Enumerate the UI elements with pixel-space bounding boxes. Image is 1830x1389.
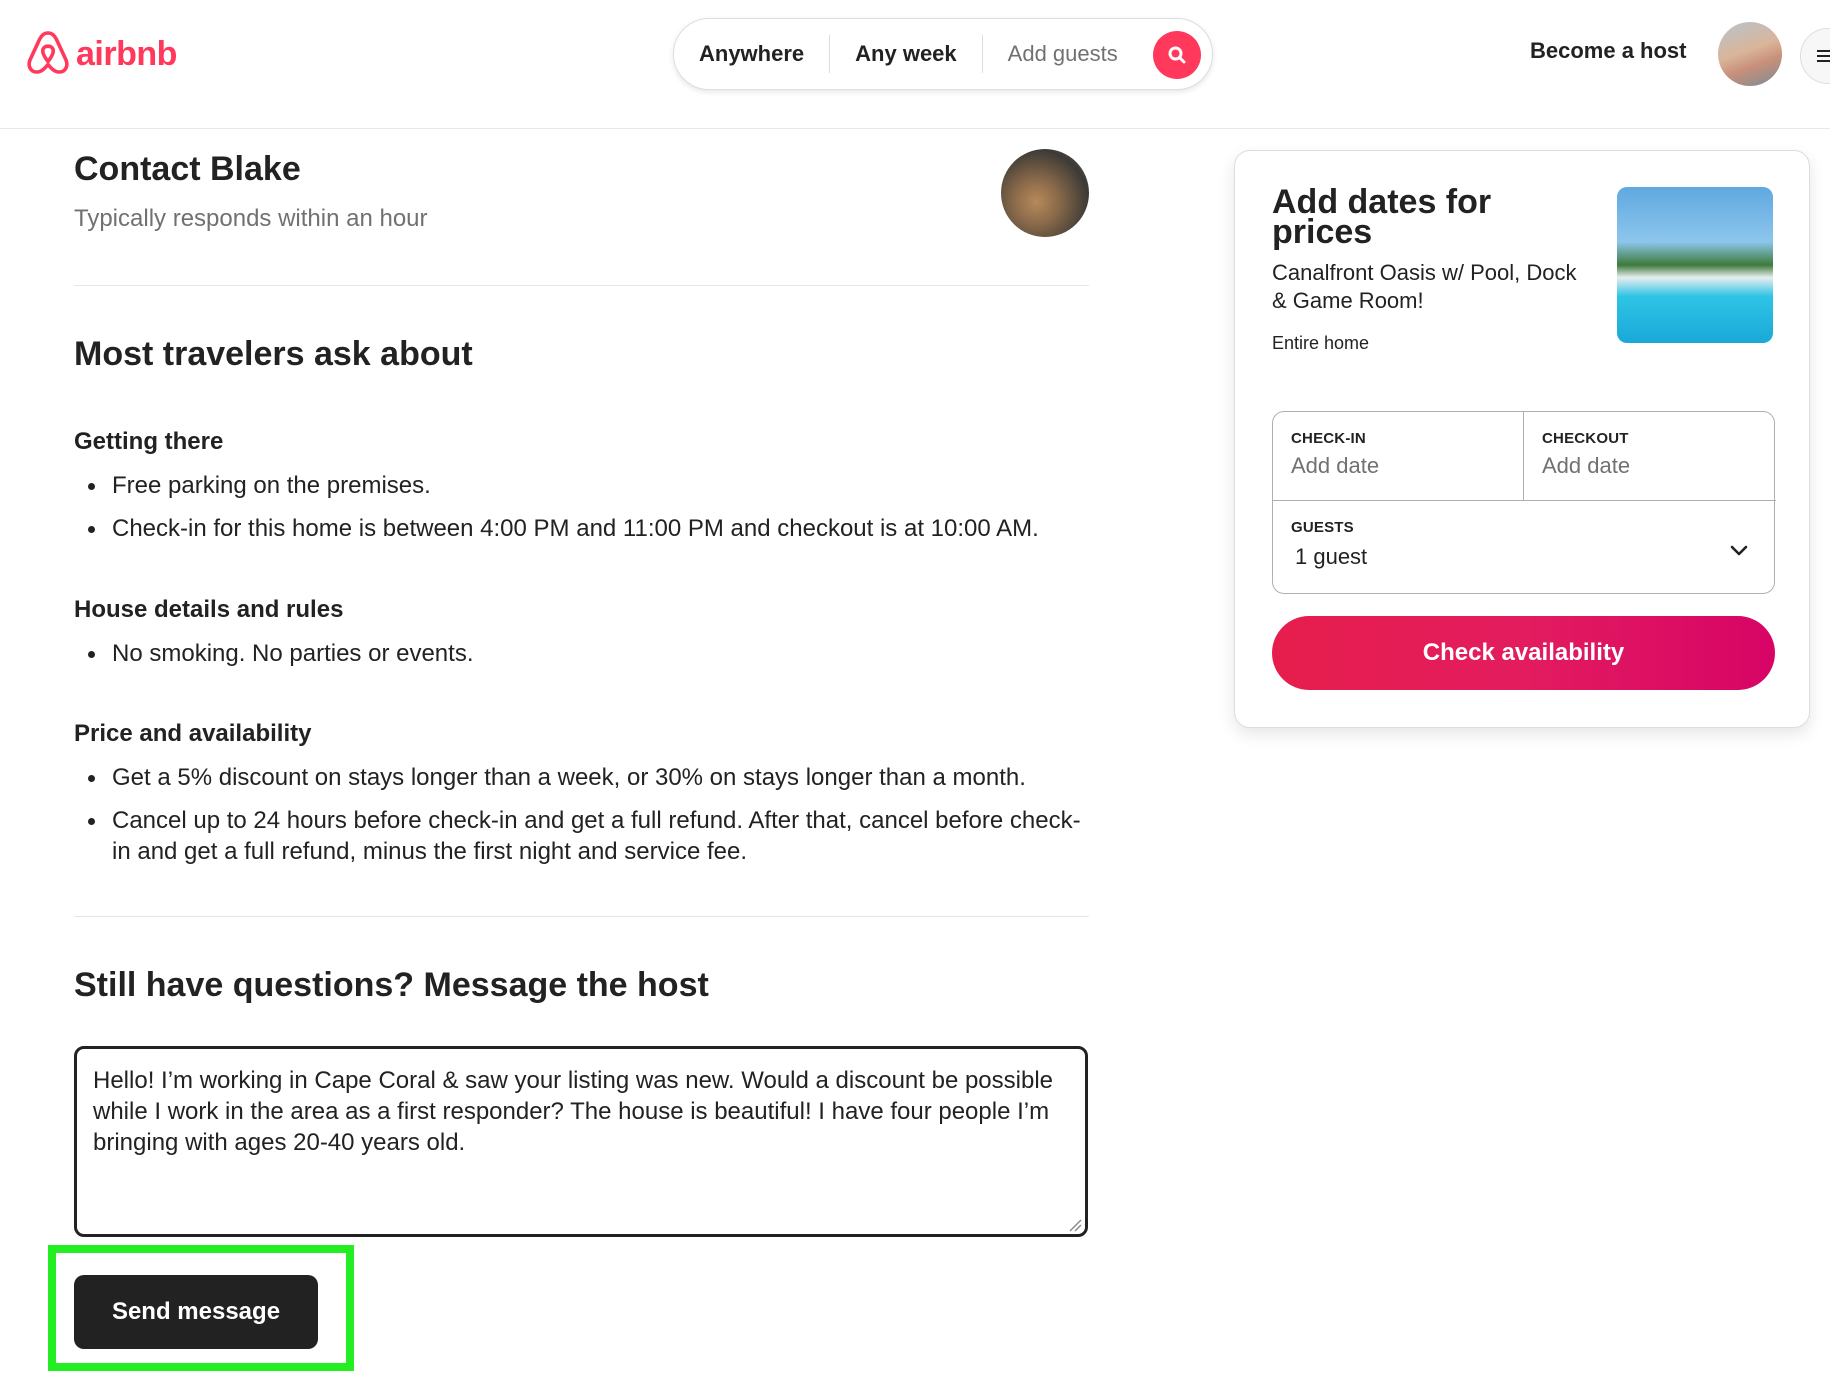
top-nav: airbnb Anywhere Any week Add guests Beco… (0, 0, 1830, 129)
date-guest-picker: CHECK-IN Add date CHECKOUT Add date GUES… (1272, 411, 1776, 595)
host-avatar (1001, 149, 1089, 237)
faq-heading: Most travelers ask about (74, 335, 473, 373)
airbnb-logo-icon (27, 31, 69, 74)
search-button[interactable] (1153, 31, 1201, 79)
search-add-guests[interactable]: Add guests (983, 36, 1143, 72)
listing-thumbnail[interactable] (1617, 187, 1773, 343)
resize-handle-icon[interactable] (1068, 1218, 1082, 1232)
faq-item: Cancel up to 24 hours before check-in an… (88, 805, 1088, 867)
search-bar[interactable]: Anywhere Any week Add guests (673, 18, 1213, 90)
divider (74, 916, 1089, 917)
faq-section-title: Getting there (74, 428, 224, 455)
faq-section-title: Price and availability (74, 720, 312, 747)
booking-card: Add dates for prices Canalfront Oasis w/… (1234, 150, 1810, 728)
listing-type: Entire home (1272, 333, 1370, 353)
faq-item: Check-in for this home is between 4:00 P… (88, 513, 1098, 544)
faq-item: Get a 5% discount on stays longer than a… (88, 762, 1098, 793)
checkin-label: CHECK-IN (1291, 430, 1366, 447)
checkin-value: Add date (1291, 453, 1380, 478)
checkout-field[interactable]: CHECKOUT Add date (1524, 412, 1776, 500)
message-textarea[interactable]: Hello! I’m working in Cape Coral & saw y… (74, 1046, 1088, 1237)
user-avatar[interactable] (1718, 22, 1782, 86)
guests-dropdown[interactable]: GUESTS 1 guest (1273, 501, 1776, 595)
user-menu-button[interactable] (1800, 28, 1830, 84)
checkout-label: CHECKOUT (1542, 430, 1629, 447)
faq-item: No smoking. No parties or events. (88, 638, 1088, 669)
checkin-field[interactable]: CHECK-IN Add date (1273, 412, 1524, 500)
guests-label: GUESTS (1291, 519, 1354, 536)
response-time: Typically responds within an hour (74, 205, 428, 232)
message-heading: Still have questions? Message the host (74, 966, 709, 1004)
checkout-value: Add date (1542, 453, 1631, 478)
card-title: Add dates for prices (1272, 183, 1492, 251)
check-availability-button[interactable]: Check availability (1272, 616, 1775, 690)
listing-title: Canalfront Oasis w/ Pool, Dock & Game Ro… (1272, 260, 1577, 313)
send-message-button[interactable]: Send message (74, 1275, 318, 1349)
guests-value: 1 guest (1295, 544, 1368, 569)
contact-title: Contact Blake (74, 150, 301, 188)
logo-wordmark: airbnb (76, 34, 177, 73)
search-anywhere[interactable]: Anywhere (674, 36, 829, 72)
search-icon (1168, 46, 1186, 64)
divider (74, 285, 1089, 286)
become-host-link[interactable]: Become a host (1530, 38, 1687, 64)
faq-section-title: House details and rules (74, 596, 344, 623)
chevron-down-icon (1730, 545, 1748, 556)
airbnb-logo[interactable]: airbnb (24, 28, 177, 80)
faq-item: Free parking on the premises. (88, 470, 1088, 501)
hamburger-icon (1817, 55, 1830, 57)
search-any-week[interactable]: Any week (830, 36, 982, 72)
